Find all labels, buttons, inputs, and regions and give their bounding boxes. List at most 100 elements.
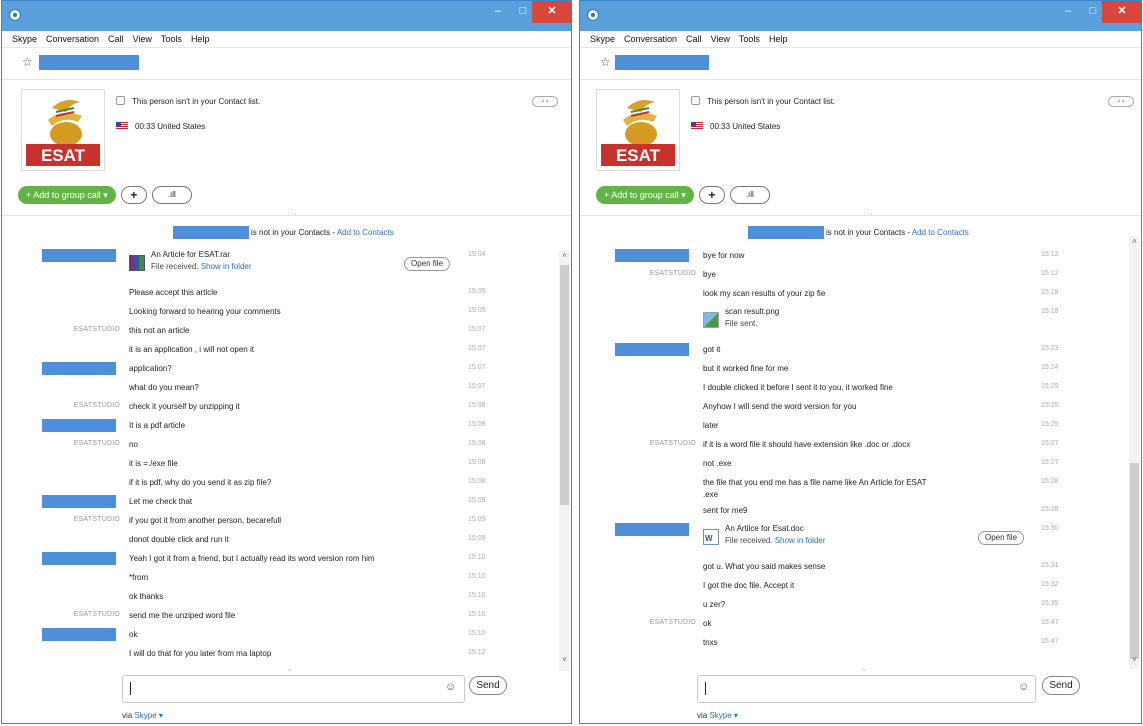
message-timestamp: 15:12 — [468, 649, 486, 656]
message-text: this not an article — [129, 326, 190, 335]
favorite-star-icon[interactable]: ☆ — [22, 55, 33, 69]
menu-skype[interactable]: Skype — [590, 31, 615, 47]
maximize-button[interactable]: □ — [512, 1, 534, 23]
profile-nav-arrows[interactable]: ‹ › — [532, 96, 558, 107]
add-to-contacts-link[interactable]: Add to Contacts — [337, 228, 394, 237]
menu-view[interactable]: View — [711, 31, 730, 47]
menu-help[interactable]: Help — [191, 31, 210, 47]
favorite-star-icon[interactable]: ☆ — [600, 55, 611, 69]
emoticon-icon[interactable]: ☺ — [1018, 681, 1029, 693]
menu-skype[interactable]: Skype — [12, 31, 37, 47]
scroll-up-icon[interactable]: ˄ — [559, 251, 570, 261]
message-input[interactable] — [122, 675, 465, 703]
menu-conversation[interactable]: Conversation — [624, 31, 677, 47]
file-name[interactable]: An Artilce for Esat.doc — [725, 523, 804, 534]
add-to-group-call-button[interactable]: + Add to group call ▾ — [18, 186, 116, 204]
chat-message: bye for now 15:12 — [580, 249, 1129, 268]
sender-name-redacted — [42, 419, 116, 432]
expand-icon[interactable]: ▵ — [862, 665, 866, 673]
via-skype-dropdown[interactable]: Skype ▾ — [134, 711, 162, 720]
file-name[interactable]: An Article for ESAT.rar — [151, 249, 230, 260]
contact-notice-text: This person isn't in your Contact list. — [707, 97, 836, 106]
message-text: Anyhow I will send the word version for … — [703, 402, 857, 411]
chat-message: not .exe 15:27 — [580, 457, 1129, 476]
add-to-contacts-link[interactable]: Add to Contacts — [912, 228, 969, 237]
message-text: no — [129, 440, 138, 449]
send-button[interactable]: Send — [1042, 676, 1080, 695]
scroll-down-icon[interactable]: ˅ — [1129, 655, 1140, 665]
menu-help[interactable]: Help — [769, 31, 788, 47]
message-input[interactable] — [697, 675, 1036, 703]
menu-view[interactable]: View — [133, 31, 152, 47]
local-time-text: 00:33 United States — [135, 122, 206, 131]
add-button[interactable]: + — [698, 186, 725, 204]
call-quality-button[interactable]: .ıll — [729, 186, 770, 204]
not-in-contacts-text: is not in your Contacts - — [251, 228, 337, 237]
close-button[interactable]: ✕ — [532, 1, 571, 23]
call-quality-button[interactable]: .ıll — [151, 186, 192, 204]
menu-conversation[interactable]: Conversation — [46, 31, 99, 47]
minimize-button[interactable]: – — [486, 1, 510, 23]
contact-list-notice: This person isn't in your Contact list. — [691, 96, 835, 106]
chat-message: the file that you end me has a file name… — [580, 476, 1129, 504]
scrollbar-thumb[interactable] — [560, 265, 569, 505]
chat-message: ok 15:10 — [2, 628, 559, 647]
chat-message: sent for me9 15:28 — [580, 504, 1129, 523]
contact-name-redacted — [173, 226, 249, 239]
message-text-continued: .exe — [703, 490, 719, 499]
send-button[interactable]: Send — [469, 676, 507, 695]
sender-name-redacted — [615, 249, 689, 262]
rar-file-icon — [129, 255, 145, 271]
chat-scrollbar[interactable]: ˄ ˅ — [559, 251, 570, 671]
message-timestamp: 15:05 — [468, 307, 486, 314]
maximize-button[interactable]: □ — [1082, 1, 1104, 23]
open-file-button[interactable]: Open file — [978, 531, 1025, 545]
expand-icon[interactable]: ▵ — [288, 665, 292, 673]
profile-nav-arrows[interactable]: ‹ › — [1108, 96, 1134, 107]
chat-message: I got the doc file. Accept it 15:32 — [580, 579, 1129, 598]
not-in-contacts-banner: is not in your Contacts - Add to Contact… — [748, 226, 969, 240]
contact-list-notice: This person isn't in your Contact list. — [116, 96, 260, 106]
menu-tools[interactable]: Tools — [739, 31, 760, 47]
menu-call[interactable]: Call — [108, 31, 124, 47]
message-text: check it yourself by unzipping it — [129, 402, 240, 411]
chat-message: It is a pdf article 15:08 — [2, 419, 559, 438]
title-bar[interactable]: – □ ✕ — [580, 1, 1141, 31]
message-text: tnxs — [703, 638, 718, 647]
via-skype-dropdown[interactable]: Skype ▾ — [709, 711, 737, 720]
skype-icon — [587, 9, 599, 21]
contact-name-redacted — [39, 55, 139, 70]
message-text: bye for now — [703, 251, 745, 260]
menu-call[interactable]: Call — [686, 31, 702, 47]
scroll-down-icon[interactable]: ˅ — [559, 655, 570, 665]
sender-name-redacted — [615, 343, 689, 356]
title-bar[interactable]: – □ ✕ — [2, 1, 571, 31]
scrollbar-thumb[interactable] — [1130, 463, 1139, 659]
message-timestamp: 15:27 — [1041, 459, 1059, 466]
message-timestamp: 15:28 — [1041, 506, 1059, 513]
add-button[interactable]: + — [120, 186, 147, 204]
menu-tools[interactable]: Tools — [161, 31, 182, 47]
add-to-group-call-button[interactable]: + Add to group call ▾ — [596, 186, 694, 204]
contact-name-redacted — [748, 226, 824, 239]
open-file-button[interactable]: Open file — [404, 257, 451, 271]
resize-grip-icon[interactable]: ∙∙∙ — [864, 209, 874, 218]
message-timestamp: 15:08 — [468, 421, 486, 428]
file-name[interactable]: scan result.png — [725, 306, 779, 317]
avatar-logo-text: ESAT — [41, 146, 86, 165]
message-timestamp: 15:32 — [1041, 581, 1059, 588]
show-in-folder-link[interactable]: Show in folder — [201, 262, 252, 271]
emoticon-icon[interactable]: ☺ — [445, 681, 456, 693]
file-status: File received. Show in folder — [725, 535, 826, 546]
resize-grip-icon[interactable]: ∙∙∙ — [288, 209, 298, 218]
message-timestamp: 15:12 — [1041, 270, 1059, 277]
show-in-folder-link[interactable]: Show in folder — [775, 536, 826, 545]
scroll-up-icon[interactable]: ˄ — [1129, 237, 1140, 247]
sender-name: ESATSTUDIO — [649, 270, 696, 277]
minimize-button[interactable]: – — [1056, 1, 1080, 23]
message-text: It is a pdf article — [129, 421, 186, 430]
file-transfer-message: scan result.png File sent. 15:18 — [580, 306, 1129, 343]
chat-scrollbar[interactable]: ˄ ˅ — [1129, 237, 1140, 669]
close-button[interactable]: ✕ — [1102, 1, 1141, 23]
message-text: if you got it from another person, becar… — [129, 516, 282, 525]
